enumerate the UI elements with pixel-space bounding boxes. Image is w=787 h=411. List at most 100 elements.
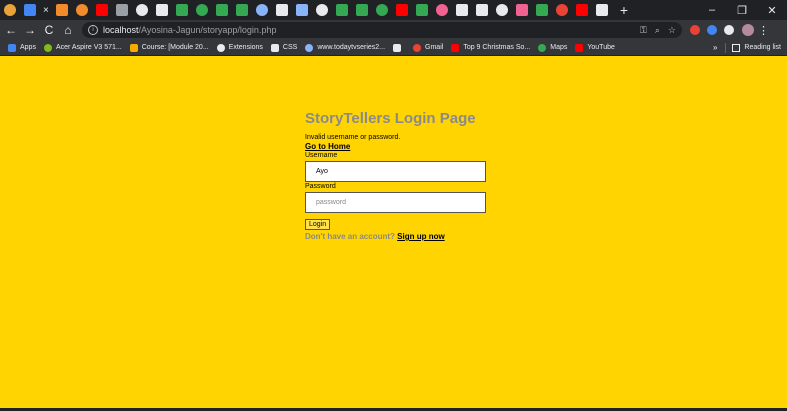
password-label: Password	[305, 183, 336, 190]
url-host: localhost	[103, 25, 139, 35]
extension-icons	[690, 25, 734, 35]
puzzle-icon[interactable]	[724, 25, 734, 35]
bookmark-label: Maps	[550, 44, 568, 51]
acer-icon	[43, 43, 52, 52]
c-favicon[interactable]	[335, 4, 348, 16]
star-icon[interactable]: ☆	[668, 25, 676, 36]
bookmark-label: Extensions	[228, 44, 263, 51]
bookmark-item[interactable]: CSS	[270, 43, 298, 52]
bookmark-item[interactable]: Course: [Module 20...	[129, 43, 209, 52]
back-button[interactable]: ←	[3, 23, 19, 37]
w-favicon[interactable]	[235, 4, 248, 16]
window-controls: – ❐ ✕	[697, 0, 787, 20]
password-input[interactable]	[305, 192, 486, 213]
go-to-home-link[interactable]: Go to Home	[305, 142, 486, 151]
chrome-favicon[interactable]	[595, 4, 608, 16]
tab-close-icon[interactable]: ×	[43, 5, 49, 16]
login-container: StoryTellers Login Page Invalid username…	[305, 110, 486, 241]
bookmark-label: CSS	[282, 44, 298, 51]
c-favicon[interactable]	[355, 4, 368, 16]
pin-favicon[interactable]	[475, 4, 488, 16]
bookmark-label: YouTube	[587, 44, 615, 51]
bookmark-item[interactable]: Maps	[538, 43, 568, 52]
username-input[interactable]	[305, 161, 486, 182]
page-title: StoryTellers Login Page	[305, 110, 476, 127]
gmail-icon	[413, 43, 422, 52]
menu-icon[interactable]: ⋮	[758, 24, 769, 37]
address-bar[interactable]: i localhost/Ayosina-Jagun/storyapp/login…	[82, 22, 682, 38]
maps-icon	[538, 43, 547, 52]
bookmark-item[interactable]: YouTube	[575, 43, 615, 52]
course-icon	[129, 43, 138, 52]
bookmark-item[interactable]: Extensions	[216, 43, 263, 52]
orange-square-favicon[interactable]	[75, 4, 88, 16]
maximize-button[interactable]: ❐	[727, 0, 757, 20]
signup-prompt: Don't have an account?	[305, 232, 398, 241]
tab-strip: × + – ❐ ✕	[0, 0, 787, 20]
new-tab-icon[interactable]: +	[620, 3, 628, 17]
close-window-button[interactable]: ✕	[757, 0, 787, 20]
bookmark-item[interactable]: Gmail	[413, 43, 444, 52]
bookmark-item[interactable]: Acer Aspire V3 571...	[43, 43, 122, 52]
username-label: Username	[305, 152, 338, 159]
info-icon[interactable]: i	[88, 25, 98, 35]
home-button[interactable]: ⌂	[60, 23, 76, 37]
chrome-icon	[393, 43, 402, 52]
c-favicon[interactable]	[375, 4, 388, 16]
film-favicon[interactable]	[295, 4, 308, 16]
youtube-favicon[interactable]	[95, 4, 108, 16]
bookmarks-divider	[725, 42, 727, 53]
chrome-favicon[interactable]	[495, 4, 508, 16]
bookmark-label: www.todaytvseries2...	[317, 44, 386, 51]
w-favicon[interactable]	[195, 4, 208, 16]
c-favicon[interactable]	[415, 4, 428, 16]
reading-list-icon[interactable]	[732, 43, 741, 52]
shield-favicon[interactable]	[255, 4, 268, 16]
youtube-favicon[interactable]	[395, 4, 408, 16]
apps-grid-icon	[8, 43, 16, 52]
puzzle-icon	[216, 43, 225, 52]
pin-favicon[interactable]	[455, 4, 468, 16]
orange-square-favicon[interactable]	[55, 4, 68, 16]
chrome-favicon[interactable]	[275, 4, 288, 16]
chrome-favicon[interactable]	[315, 4, 328, 16]
bookmark-item[interactable]: Top 9 Christmas So...	[451, 43, 530, 52]
chrome-favicon[interactable]	[155, 4, 168, 16]
signup-prompt-row: Don't have an account? Sign up now	[305, 232, 486, 241]
bookmark-label: Apps	[20, 44, 36, 51]
pink-favicon[interactable]	[435, 4, 448, 16]
adblock-icon[interactable]	[690, 25, 700, 35]
green-favicon[interactable]	[535, 4, 548, 16]
bookmark-item[interactable]	[393, 43, 405, 52]
sign-up-link[interactable]: Sign up now	[397, 232, 445, 241]
triangle-favicon[interactable]	[4, 4, 16, 16]
error-message: Invalid username or password.	[305, 134, 401, 141]
youtube-icon	[575, 43, 584, 52]
s-favicon[interactable]	[515, 4, 528, 16]
bookmark-label: Acer Aspire V3 571...	[55, 44, 122, 51]
chrome-favicon[interactable]	[135, 4, 148, 16]
minimize-button[interactable]: –	[697, 0, 727, 20]
chrome-icon	[270, 43, 279, 52]
red-favicon[interactable]	[555, 4, 568, 16]
url-path: /Ayosina-Jagun/storyapp/login.php	[138, 25, 277, 35]
reading-list-label[interactable]: Reading list	[744, 44, 781, 51]
browser-toolbar: ← → C ⌂ i localhost/Ayosina-Jagun/storya…	[0, 20, 787, 40]
zoom-icon[interactable]: ⌕	[655, 25, 660, 36]
active-tab-favicon[interactable]	[24, 4, 36, 16]
globe-icon	[305, 43, 314, 52]
bookmark-item[interactable]: Apps	[8, 43, 36, 52]
bookmark-item[interactable]: www.todaytvseries2...	[305, 43, 386, 52]
bookmark-label: Gmail	[425, 44, 444, 51]
login-button[interactable]: Login	[305, 219, 331, 230]
bookmarks-more-icon[interactable]: »	[713, 43, 717, 52]
colorful-extension-icon[interactable]	[707, 25, 717, 35]
youtube-favicon[interactable]	[575, 4, 588, 16]
forward-button[interactable]: →	[22, 23, 38, 37]
w-favicon[interactable]	[175, 4, 188, 16]
document-favicon[interactable]	[115, 4, 128, 16]
profile-avatar[interactable]	[742, 24, 754, 36]
w-favicon[interactable]	[215, 4, 228, 16]
reload-button[interactable]: C	[41, 23, 57, 37]
key-icon[interactable]: ⚿	[640, 25, 647, 36]
